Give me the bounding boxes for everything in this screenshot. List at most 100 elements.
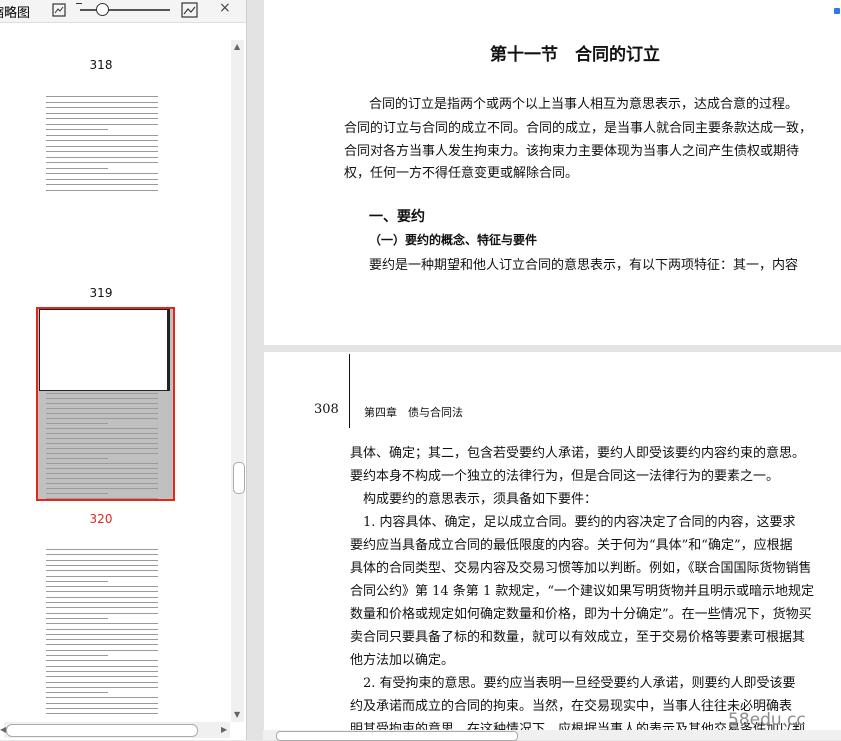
paragraph-line: 要约是一种期望和他人订立合同的意思表示，有以下两项特征：其一，内容 bbox=[369, 258, 799, 273]
thumbnail-page-number: 320 bbox=[89, 512, 113, 526]
thumbnail-text-line bbox=[46, 628, 158, 630]
zoom-slider[interactable] bbox=[80, 9, 170, 11]
thumbnail-text-line bbox=[46, 107, 158, 108]
thumbnail-page-number: 318 bbox=[89, 58, 113, 72]
zoom-slider-handle[interactable] bbox=[96, 3, 109, 16]
thumbnail-text-line bbox=[46, 697, 158, 699]
paragraph-line: 卖合同只要具备了标的和数量，就可以有效成立，至于交易价格等要素可根据其 bbox=[350, 630, 806, 645]
scroll-up-arrow-icon[interactable]: ▲ bbox=[234, 42, 240, 51]
thumbnail-text-line bbox=[46, 644, 158, 646]
thumbnail-small-icon[interactable] bbox=[52, 2, 66, 21]
thumbnail-text-line bbox=[46, 564, 158, 566]
paragraph-line: 合同对各方当事人发生拘束力。该拘束力主要体现为当事人之间产生债权或期待 bbox=[344, 144, 800, 159]
thumbnail-text-line bbox=[46, 478, 158, 479]
thumbnail-text-line bbox=[46, 129, 108, 130]
thumbnail-text-line bbox=[46, 483, 158, 484]
thumbnail-page-319[interactable] bbox=[36, 307, 175, 501]
watermark: 58edu.cc bbox=[728, 710, 806, 730]
thumbnail-text-line bbox=[46, 156, 158, 158]
thumbnail-text-line bbox=[46, 167, 108, 169]
thumbnail-text-line bbox=[46, 408, 158, 409]
thumbnail-text-line bbox=[46, 162, 158, 163]
paragraph-line: 1. 内容具体、确定，足以成立合同。要约的内容决定了合同的内容，这要求 bbox=[350, 515, 796, 530]
thumbnail-text-line bbox=[46, 686, 158, 688]
thumbnail-text-line bbox=[46, 660, 158, 662]
thumbnail-pane-title: 缩略图 bbox=[0, 6, 31, 21]
scroll-right-arrow-icon[interactable]: ▶ bbox=[221, 725, 227, 734]
thumbnail-text-line bbox=[46, 586, 158, 588]
thumbnail-text-line bbox=[46, 101, 158, 103]
thumbnail-text-line bbox=[46, 575, 158, 577]
paragraph-line: 数量和价格或规定如何确定数量和价格，即为十分确定”。在一些情况下，货物买 bbox=[350, 607, 812, 622]
thumbnail-vertical-scrollbar[interactable] bbox=[231, 40, 244, 722]
thumbnail-text-line bbox=[46, 413, 158, 414]
thumbnail-text-line bbox=[46, 559, 158, 561]
thumbnail-text-line bbox=[46, 639, 158, 641]
thumbnail-text-line bbox=[46, 670, 158, 672]
thumbnail-scroll-thumb[interactable] bbox=[233, 462, 245, 494]
thumbnail-text-line bbox=[46, 493, 108, 494]
document-view[interactable]: 第十一节 合同的订立 合同的订立是指两个或两个以上当事人相互为意思表示，达成合意… bbox=[247, 0, 841, 740]
thumbnail-text-line bbox=[46, 189, 158, 191]
thumbnail-text-line bbox=[46, 443, 158, 444]
thumbnail-text-line bbox=[46, 554, 158, 556]
thumbnail-text-line bbox=[46, 468, 158, 469]
thumbnail-text-line bbox=[46, 591, 158, 593]
document-page: 308 第四章 债与合同法 具体、确定；其二，包含若受要约人承诺，要约人即受该要… bbox=[264, 352, 841, 740]
thumbnail-text-line bbox=[46, 612, 158, 614]
thumbnail-text-line bbox=[46, 713, 158, 715]
paragraph-line: 他方法加以确定。 bbox=[350, 653, 455, 668]
thumbnail-text-line bbox=[46, 151, 158, 152]
thumbnail-text-line bbox=[46, 549, 158, 550]
thumbnail-text-line bbox=[46, 633, 158, 635]
thumbnail-text-line bbox=[46, 123, 158, 125]
close-icon[interactable]: × bbox=[219, 0, 231, 16]
thumbnail-text-line bbox=[46, 433, 158, 434]
thumbnail-text-line bbox=[46, 418, 158, 419]
section-title: 第十一节 合同的订立 bbox=[490, 45, 660, 65]
paragraph-line: 具体的合同类型、交易内容及交易习惯等加以判断。例如，《联合国国际货物销售 bbox=[350, 561, 812, 576]
thumbnail-text-line bbox=[46, 488, 158, 489]
thumbnail-text-line bbox=[46, 681, 158, 683]
heading-level1: 一、要约 bbox=[369, 209, 425, 225]
thumbnail-text-line bbox=[46, 602, 158, 603]
thumbnail-text-line bbox=[46, 655, 108, 656]
heading-level2: （一）要约的概念、特征与要件 bbox=[369, 233, 538, 247]
thumbnail-text-line bbox=[46, 676, 158, 678]
paragraph-line: 具体、确定；其二，包含若受要约人承诺，要约人即受该要约内容约束的意思。 bbox=[350, 446, 806, 461]
thumbnail-page-320[interactable] bbox=[38, 537, 171, 717]
paragraph-line: 要约本身不构成一个独立的法律行为，但是合同这一法律行为的要素之一。 bbox=[350, 469, 780, 484]
thumbnail-large-icon[interactable] bbox=[181, 2, 198, 22]
paragraph-line: 权，任何一方不得任意变更或解除合同。 bbox=[344, 166, 579, 181]
thumbnail-text-line bbox=[46, 596, 158, 598]
scroll-down-arrow-icon[interactable]: ▼ bbox=[234, 710, 240, 719]
running-header: 第四章 债与合同法 bbox=[364, 406, 463, 419]
thumbnail-page-number: 319 bbox=[89, 286, 113, 300]
paragraph-line: 构成要约的意思表示，须具备如下要件： bbox=[350, 492, 598, 507]
thumbnail-text-line bbox=[46, 570, 158, 572]
thumbnail-text-line bbox=[46, 145, 158, 147]
thumbnail-toolbar: 缩略图 × bbox=[0, 0, 246, 23]
thumbnail-text-line bbox=[46, 665, 158, 667]
viewport-indicator[interactable] bbox=[39, 309, 170, 391]
thumbnail-text-line bbox=[46, 134, 158, 136]
thumbnail-text-line bbox=[46, 423, 108, 424]
thumbnail-text-line bbox=[46, 96, 158, 97]
thumbnail-text-line bbox=[46, 702, 158, 704]
thumbnail-text-line bbox=[46, 580, 108, 582]
thumbnail-text-line bbox=[46, 428, 158, 429]
thumbnail-page-318[interactable] bbox=[38, 82, 171, 270]
thumbnail-text-line bbox=[46, 173, 158, 174]
thumbnail-text-line bbox=[46, 463, 158, 464]
thumbnail-text-line bbox=[46, 403, 158, 404]
thumbnail-text-line bbox=[46, 607, 158, 609]
thumbnail-text-line bbox=[46, 184, 158, 185]
paragraph-line: 2. 有受拘束的意思。要约应当表明一旦经受要约人承诺，则要约人即受该要 bbox=[350, 676, 796, 691]
thumbnail-text-line bbox=[46, 453, 158, 454]
thumbnail-text-line bbox=[46, 649, 158, 651]
thumbnail-text-line bbox=[46, 692, 108, 694]
thumbnail-horizontal-scroll-thumb[interactable] bbox=[6, 724, 198, 737]
zoom-slider-min bbox=[76, 3, 82, 4]
thumbnail-text-line bbox=[46, 458, 108, 459]
thumbnail-text-line bbox=[46, 140, 158, 141]
